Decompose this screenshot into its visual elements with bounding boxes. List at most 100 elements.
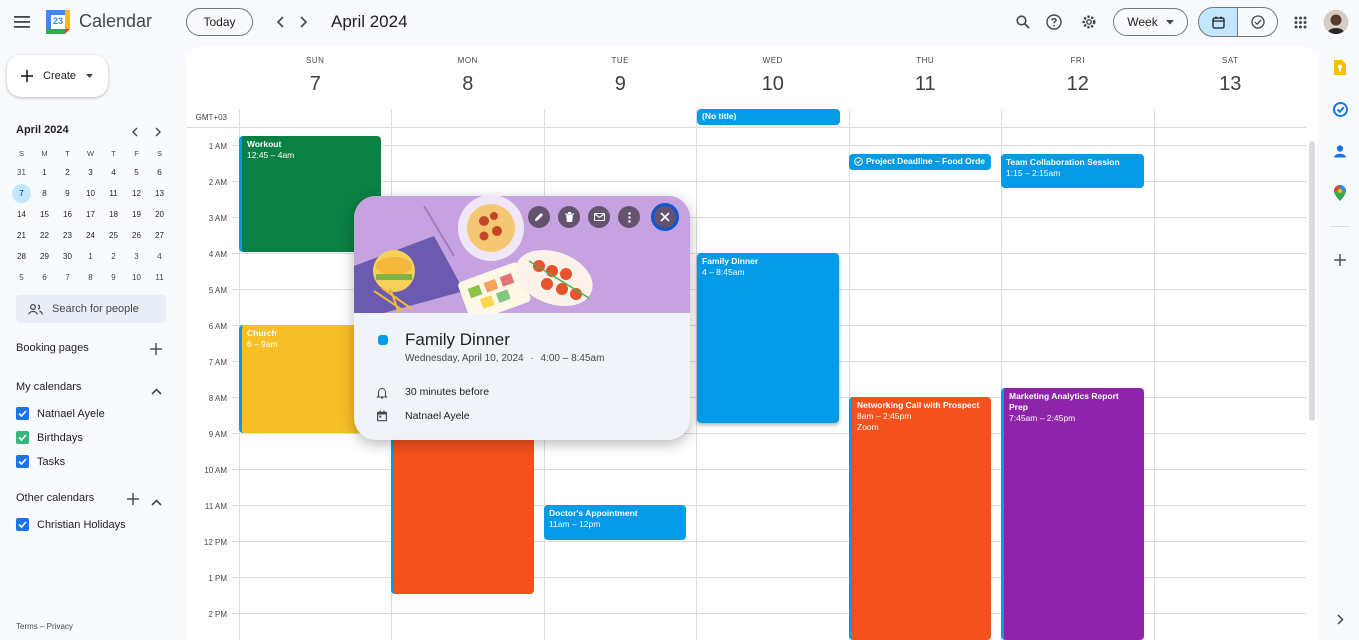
mini-day[interactable]: 12 <box>125 183 148 204</box>
mini-day[interactable]: 9 <box>56 183 79 204</box>
calendar-item-christian-holidays[interactable]: Christian Holidays <box>16 518 126 531</box>
mini-day[interactable]: 4 <box>148 246 171 267</box>
calendar-item-birthdays[interactable]: Birthdays <box>16 431 83 444</box>
keep-icon[interactable] <box>1331 58 1349 76</box>
collapse-other-calendars-button[interactable] <box>151 493 162 511</box>
checkbox-checked-icon[interactable] <box>16 431 29 444</box>
calendar-logo[interactable]: 23 <box>46 10 70 34</box>
mini-day[interactable]: 10 <box>79 183 102 204</box>
day-number[interactable]: 13 <box>1154 73 1307 96</box>
mini-day[interactable]: 11 <box>102 183 125 204</box>
calendar-item-natnael-ayele[interactable]: Natnael Ayele <box>16 407 105 420</box>
mini-day[interactable]: 22 <box>33 225 56 246</box>
mini-day[interactable]: 14 <box>10 204 33 225</box>
checkbox-checked-icon[interactable] <box>16 455 29 468</box>
mini-day[interactable]: 13 <box>148 183 171 204</box>
day-number[interactable]: 7 <box>239 73 392 96</box>
email-guests-button[interactable] <box>588 206 610 228</box>
mini-day[interactable]: 29 <box>33 246 56 267</box>
next-week-button[interactable] <box>286 4 322 40</box>
today-button[interactable]: Today <box>186 8 253 36</box>
mini-day[interactable]: 24 <box>79 225 102 246</box>
create-button[interactable]: Create <box>7 55 108 97</box>
mini-day[interactable]: 1 <box>79 246 102 267</box>
view-switcher[interactable]: Week <box>1113 8 1188 36</box>
mini-day[interactable]: 4 <box>102 162 125 183</box>
event-project-deadline[interactable]: Project Deadline – Food Orde <box>849 154 991 170</box>
day-number[interactable]: 12 <box>1002 73 1155 96</box>
event-family-dinner[interactable]: Family Dinner 4 – 8:45am <box>697 253 839 423</box>
mini-day[interactable]: 3 <box>79 162 102 183</box>
google-apps-button[interactable] <box>1282 4 1318 40</box>
account-avatar[interactable] <box>1324 10 1348 34</box>
close-popup-button[interactable] <box>651 203 679 231</box>
mini-day[interactable]: 5 <box>125 162 148 183</box>
mini-day[interactable]: 15 <box>33 204 56 225</box>
settings-button[interactable] <box>1071 4 1107 40</box>
day-number[interactable]: 10 <box>697 73 850 96</box>
mini-day[interactable]: 6 <box>148 162 171 183</box>
mini-day[interactable]: 20 <box>148 204 171 225</box>
mini-day[interactable]: 3 <box>125 246 148 267</box>
mini-day[interactable]: 2 <box>102 246 125 267</box>
mini-day[interactable]: 5 <box>10 267 33 288</box>
mini-day[interactable]: 23 <box>56 225 79 246</box>
get-addons-button[interactable] <box>1331 251 1349 269</box>
contacts-icon[interactable] <box>1331 142 1349 160</box>
mini-day[interactable]: 28 <box>10 246 33 267</box>
event-marketing-analytics[interactable]: Marketing Analytics Report Prep 7:45am –… <box>1001 388 1144 640</box>
event-team-collaboration[interactable]: Team Collaboration Session 1:15 – 2:15am <box>1001 154 1144 188</box>
mini-day[interactable]: 27 <box>148 225 171 246</box>
event-monday-block[interactable] <box>391 426 534 594</box>
popup-separator: · <box>530 353 534 364</box>
mini-day[interactable]: 25 <box>102 225 125 246</box>
tasks-view-toggle[interactable] <box>1238 7 1278 37</box>
mini-day[interactable]: 21 <box>10 225 33 246</box>
tasks-icon[interactable] <box>1331 100 1349 118</box>
mini-day[interactable]: 11 <box>148 267 171 288</box>
checkbox-checked-icon[interactable] <box>16 407 29 420</box>
my-calendars-heading[interactable]: My calendars <box>16 381 81 393</box>
mini-day[interactable]: 19 <box>125 204 148 225</box>
event-networking-call[interactable]: Networking Call with Prospect 8am – 2:45… <box>849 397 991 640</box>
mini-next-month-button[interactable] <box>154 124 166 137</box>
search-people-input[interactable]: Search for people <box>16 295 166 323</box>
mini-day[interactable]: 16 <box>56 204 79 225</box>
calendar-view-toggle[interactable] <box>1198 7 1238 37</box>
mini-day[interactable]: 30 <box>56 246 79 267</box>
delete-event-button[interactable] <box>558 206 580 228</box>
mini-prev-month-button[interactable] <box>131 124 143 137</box>
other-calendars-heading[interactable]: Other calendars <box>16 492 94 504</box>
calendar-item-tasks[interactable]: Tasks <box>16 455 65 468</box>
edit-event-button[interactable] <box>528 206 550 228</box>
mini-day[interactable]: 10 <box>125 267 148 288</box>
mini-day[interactable]: 6 <box>33 267 56 288</box>
show-side-panel-button[interactable] <box>1331 610 1349 628</box>
collapse-my-calendars-button[interactable] <box>151 382 162 400</box>
grid-scrollbar[interactable] <box>1309 141 1315 421</box>
day-number[interactable]: 8 <box>392 73 545 96</box>
mini-day[interactable]: 2 <box>56 162 79 183</box>
add-booking-page-button[interactable] <box>150 342 162 360</box>
mini-day-selected[interactable]: 7 <box>12 184 31 203</box>
more-options-button[interactable] <box>618 206 640 228</box>
mini-day[interactable]: 17 <box>79 204 102 225</box>
mini-day[interactable]: 26 <box>125 225 148 246</box>
terms-privacy-links[interactable]: Terms – Privacy <box>16 622 73 631</box>
add-other-calendar-button[interactable] <box>127 492 139 510</box>
day-number[interactable]: 11 <box>849 73 1002 96</box>
maps-icon[interactable] <box>1331 184 1349 202</box>
checkbox-checked-icon[interactable] <box>16 518 29 531</box>
event-doctors-appointment[interactable]: Doctor's Appointment 11am – 12pm <box>544 505 686 540</box>
mini-day[interactable]: 18 <box>102 204 125 225</box>
day-number[interactable]: 9 <box>544 73 697 96</box>
mini-day[interactable]: 1 <box>33 162 56 183</box>
mini-day[interactable]: 9 <box>102 267 125 288</box>
mini-day[interactable]: 31 <box>10 162 33 183</box>
mini-day[interactable]: 8 <box>79 267 102 288</box>
event-no-title[interactable]: (No title) <box>697 109 840 125</box>
mini-day[interactable]: 8 <box>33 183 56 204</box>
main-menu-button[interactable] <box>4 4 40 40</box>
support-button[interactable] <box>1036 4 1072 40</box>
mini-day[interactable]: 7 <box>56 267 79 288</box>
